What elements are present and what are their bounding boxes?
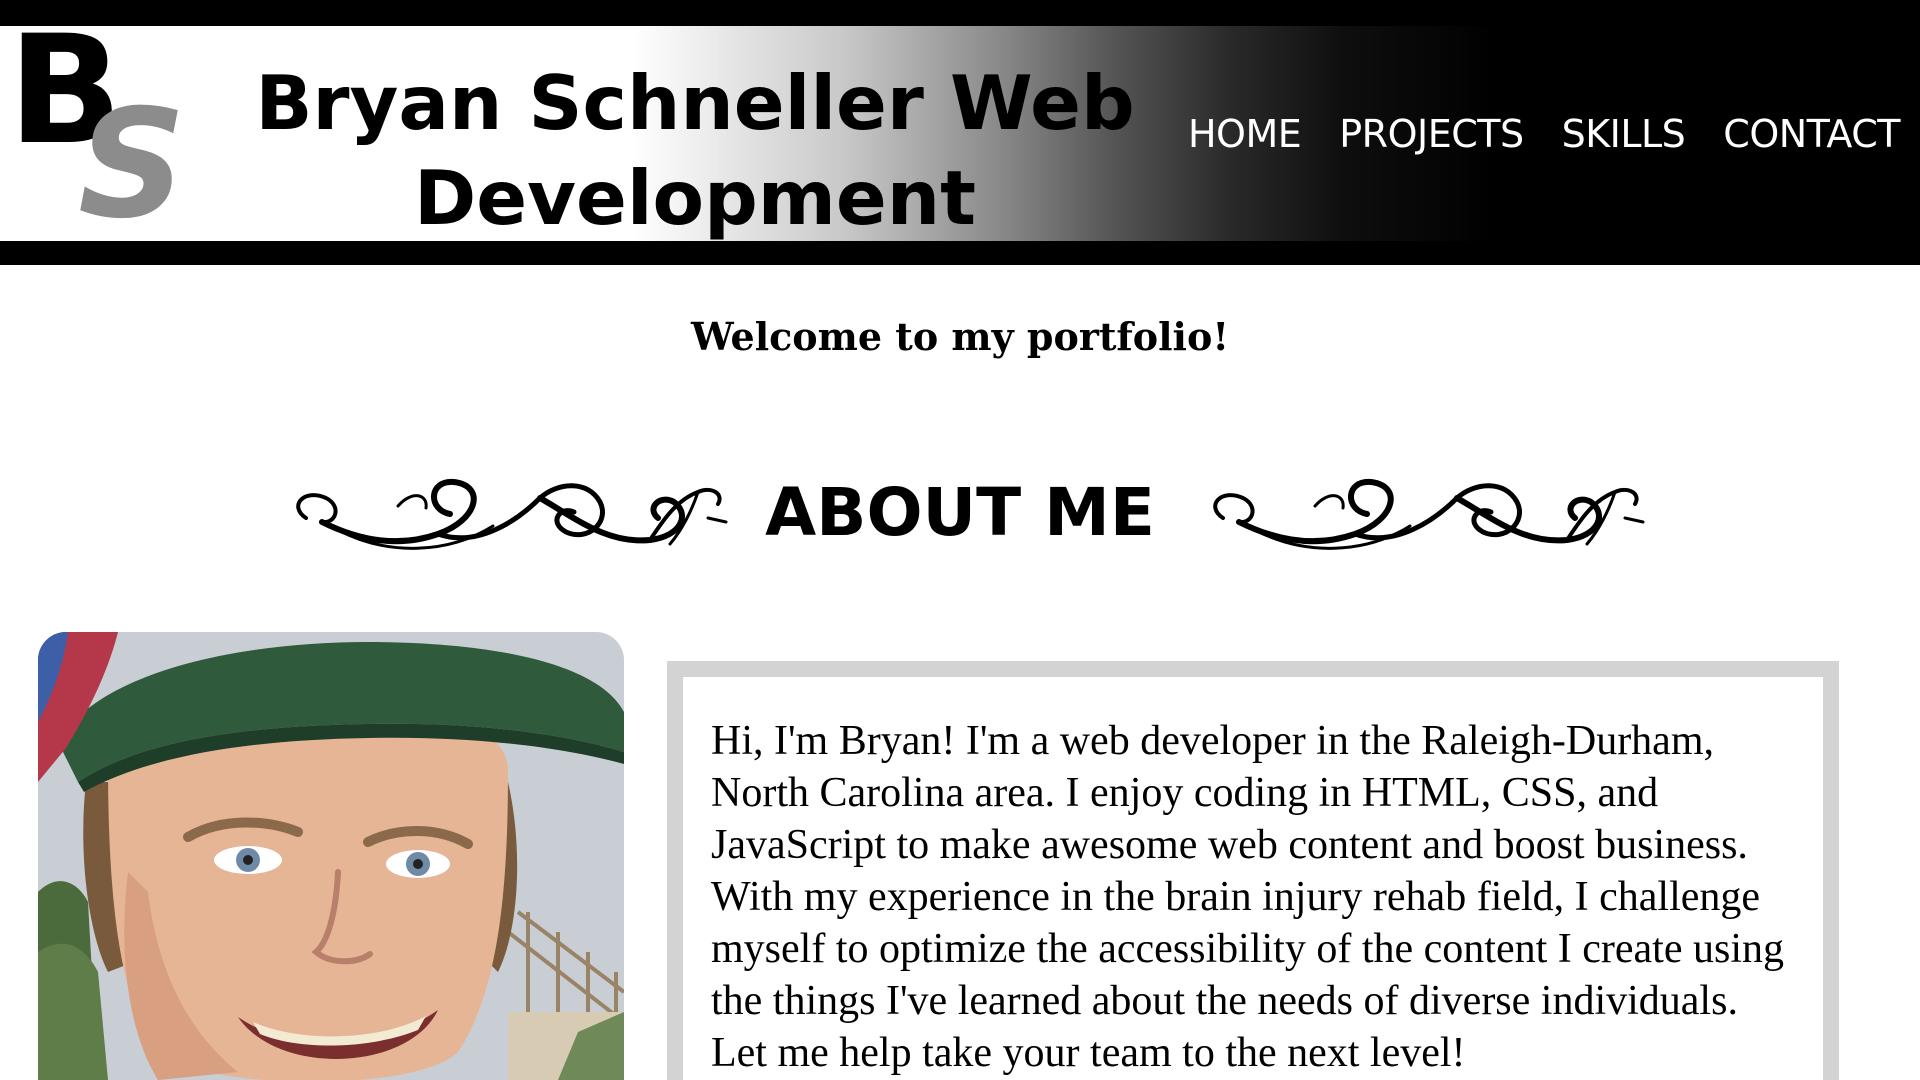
site-logo[interactable]: B S bbox=[8, 16, 198, 240]
welcome-heading: Welcome to my portfolio! bbox=[690, 314, 1229, 359]
nav-skills-link[interactable]: SKILLS bbox=[1562, 108, 1686, 160]
site-header: B S Bryan Schneller Web Development HOME… bbox=[0, 0, 1920, 265]
nav-home-link[interactable]: HOME bbox=[1188, 108, 1302, 160]
nav-contact-link[interactable]: CONTACT bbox=[1723, 108, 1900, 160]
logo-letter-s: S bbox=[78, 78, 187, 252]
flourish-right-icon bbox=[1213, 478, 1645, 550]
about-me-panel-inner: Hi, I'm Bryan! I'm a web developer in th… bbox=[683, 677, 1823, 1080]
site-title: Bryan Schneller Web Development bbox=[255, 59, 1135, 242]
about-me-heading: ABOUT ME bbox=[765, 474, 1155, 551]
about-me-text: Hi, I'm Bryan! I'm a web developer in th… bbox=[711, 718, 1784, 1076]
profile-photo-image bbox=[38, 632, 624, 1080]
nav-projects-link[interactable]: PROJECTS bbox=[1339, 108, 1524, 160]
about-heading-row: ABOUT ME bbox=[0, 460, 1920, 570]
about-me-panel: Hi, I'm Bryan! I'm a web developer in th… bbox=[667, 661, 1839, 1080]
main-nav: HOME PROJECTS SKILLS CONTACT bbox=[1188, 108, 1901, 160]
profile-photo bbox=[38, 632, 624, 1080]
flourish-left-icon bbox=[296, 478, 728, 550]
